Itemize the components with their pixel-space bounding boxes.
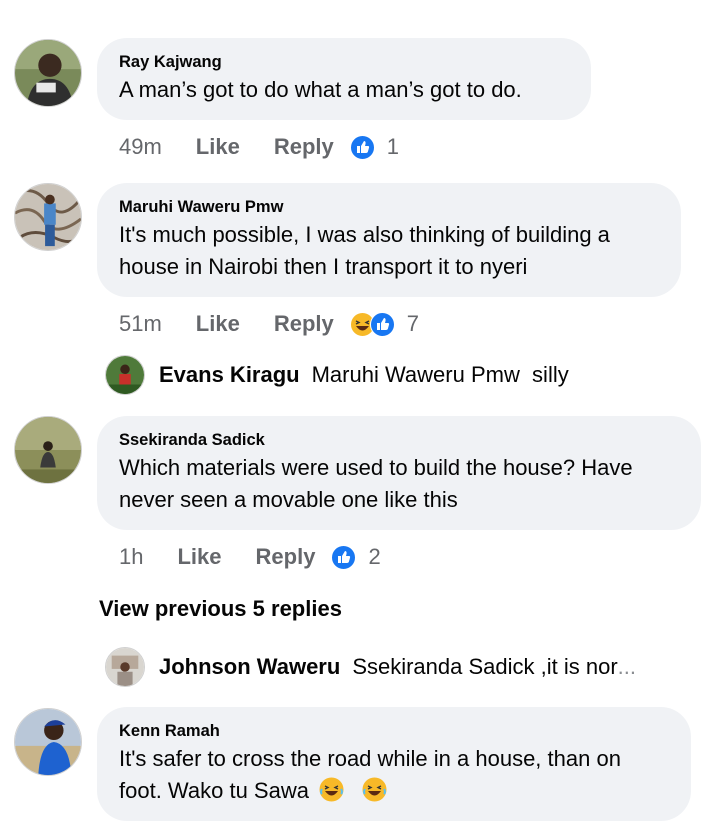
comment-time[interactable]: 51m [119, 311, 162, 337]
avatar[interactable] [14, 183, 82, 251]
comment-actions: 49m Like Reply 1 [119, 132, 399, 162]
like-reaction-icon [331, 544, 357, 570]
avatar[interactable] [14, 708, 82, 776]
avatar-photo [15, 417, 81, 483]
reply-author[interactable]: Evans Kiragu [159, 362, 300, 388]
comment-text: A man’s got to do what a man’s got to do… [119, 77, 522, 102]
comment-author[interactable]: Ray Kajwang [119, 52, 571, 72]
like-button[interactable]: Like [196, 311, 240, 337]
comment-author[interactable]: Kenn Ramah [119, 721, 671, 741]
reactions-summary[interactable]: 1 [349, 134, 399, 160]
reply-item: Evans Kiragu Maruhi Waweru Pmw silly [105, 355, 569, 395]
comment-text-line: It's safer to cross the road while in a … [119, 746, 621, 771]
reaction-count: 7 [406, 311, 419, 336]
reply-text: Ssekiranda Sadick ,it is nor [352, 654, 618, 679]
avatar-photo [106, 356, 144, 394]
reactions-summary[interactable]: 2 [331, 544, 381, 570]
comment-actions: 1h Like Reply 2 [119, 542, 381, 572]
laughing-emoji-icon [319, 777, 344, 802]
reactions-summary[interactable]: 7 [349, 311, 419, 337]
reply-author[interactable]: Johnson Waweru [159, 654, 340, 680]
reply-button[interactable]: Reply [274, 311, 334, 337]
avatar-photo [106, 648, 144, 686]
truncation-ellipsis: ... [617, 654, 636, 679]
comment-author[interactable]: Ssekiranda Sadick [119, 430, 681, 450]
like-button[interactable]: Like [177, 544, 221, 570]
avatar-photo [15, 184, 81, 250]
avatar[interactable] [105, 355, 145, 395]
avatar[interactable] [105, 647, 145, 687]
reply-item: Johnson Waweru Ssekiranda Sadick ,it is … [105, 647, 636, 687]
reaction-count: 2 [368, 544, 381, 569]
comment-text-line: never seen a movable one like this [119, 487, 458, 512]
comment-time[interactable]: 49m [119, 134, 162, 160]
comment-text-line: It's much possible, I was also thinking … [119, 222, 610, 247]
comment-actions: 51m Like Reply 7 [119, 309, 419, 339]
reply-text: Maruhi Waweru Pmw silly [311, 362, 569, 387]
comment-bubble: Maruhi Waweru Pmw It's much possible, I … [97, 183, 681, 297]
view-previous-replies-link[interactable]: View previous 5 replies [99, 596, 342, 622]
comment-text-line: Which materials were used to build the h… [119, 455, 633, 480]
reply-button[interactable]: Reply [256, 544, 316, 570]
like-button[interactable]: Like [196, 134, 240, 160]
comment-text-line: house in Nairobi then I transport it to … [119, 254, 528, 279]
like-reaction-icon [369, 311, 395, 337]
avatar-photo [15, 709, 81, 775]
reply-button[interactable]: Reply [274, 134, 334, 160]
comment-text: foot. Wako tu Sawa [119, 778, 309, 803]
comment-bubble: Ray Kajwang A man’s got to do what a man… [97, 38, 591, 120]
laughing-emoji-icon [362, 777, 387, 802]
comment-bubble: Ssekiranda Sadick Which materials were u… [97, 416, 701, 530]
comment-text-line: foot. Wako tu Sawa [119, 775, 671, 807]
avatar[interactable] [14, 416, 82, 484]
like-reaction-icon [349, 134, 375, 160]
reaction-count: 1 [386, 134, 399, 159]
comment-bubble: Kenn Ramah It's safer to cross the road … [97, 707, 691, 821]
avatar-photo [15, 40, 81, 106]
comment-time[interactable]: 1h [119, 544, 143, 570]
comment-author[interactable]: Maruhi Waweru Pmw [119, 197, 661, 217]
avatar[interactable] [14, 39, 82, 107]
